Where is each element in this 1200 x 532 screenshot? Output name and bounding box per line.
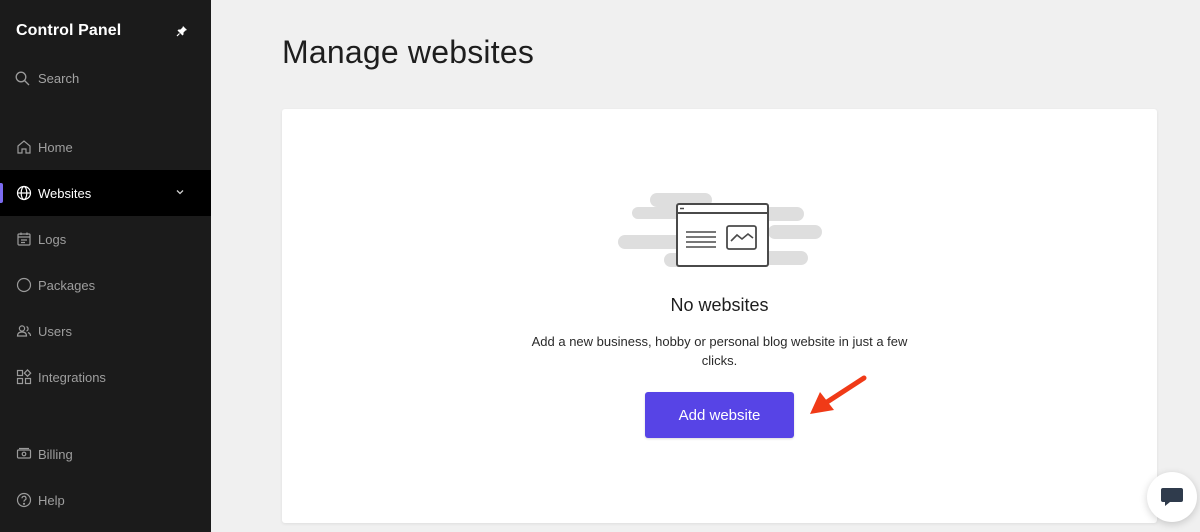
- sidebar-item-help[interactable]: Help: [0, 477, 211, 523]
- help-icon: [15, 492, 32, 509]
- search-icon: [15, 70, 32, 87]
- users-icon: [15, 323, 32, 340]
- search-label: Search: [38, 70, 80, 86]
- sidebar-header: Control Panel: [0, 0, 211, 62]
- add-website-button[interactable]: Add website: [645, 392, 794, 438]
- annotation-arrow-icon: [810, 375, 867, 414]
- sidebar-item-label: Users: [38, 323, 72, 339]
- pin-icon[interactable]: [175, 24, 189, 38]
- globe-icon: [15, 185, 32, 202]
- sidebar-item-integrations[interactable]: Integrations: [0, 354, 211, 400]
- sidebar-item-websites[interactable]: Websites: [0, 170, 211, 216]
- sidebar-item-users[interactable]: Users: [0, 308, 211, 354]
- home-icon: [15, 139, 32, 156]
- sidebar-item-label: Websites: [38, 185, 92, 201]
- sidebar-item-packages[interactable]: Packages: [0, 262, 211, 308]
- sidebar-item-label: Billing: [38, 446, 73, 462]
- sidebar-item-label: Logs: [38, 231, 67, 247]
- chevron-down-icon[interactable]: [175, 185, 185, 200]
- calendar-icon: [15, 231, 32, 248]
- empty-state-card: No websites Add a new business, hobby or…: [282, 109, 1157, 523]
- sidebar: Control Panel Search Home Websites Logs …: [0, 0, 211, 532]
- grid-icon: [15, 369, 32, 386]
- chat-button[interactable]: [1147, 472, 1197, 522]
- sidebar-search[interactable]: Search: [0, 62, 211, 94]
- empty-state-description: Add a new business, hobby or personal bl…: [531, 334, 908, 368]
- browser-window-illustration: [618, 189, 828, 273]
- empty-state-title: No websites: [670, 295, 769, 315]
- sidebar-item-label: Home: [38, 139, 73, 155]
- circle-icon: [15, 277, 32, 294]
- sidebar-nav: Home Websites Logs Packages Users Integr…: [0, 124, 211, 400]
- billing-icon: [15, 446, 32, 463]
- page-title: Manage websites: [282, 34, 535, 70]
- sidebar-item-billing[interactable]: Billing: [0, 431, 211, 477]
- app-title: Control Panel: [16, 22, 122, 39]
- sidebar-item-label: Integrations: [38, 369, 106, 385]
- sidebar-item-label: Packages: [38, 277, 96, 293]
- chat-icon: [1161, 488, 1183, 506]
- sidebar-item-label: Help: [38, 492, 65, 508]
- sidebar-item-home[interactable]: Home: [0, 124, 211, 170]
- sidebar-bottom-nav: Billing Help: [0, 431, 211, 523]
- sidebar-item-logs[interactable]: Logs: [0, 216, 211, 262]
